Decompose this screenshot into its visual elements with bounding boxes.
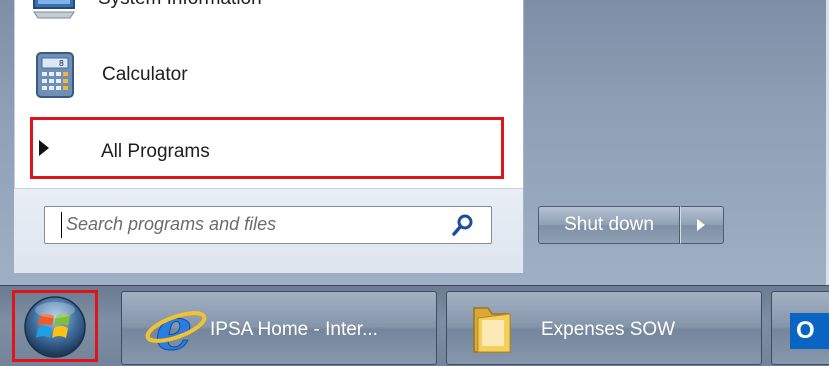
calculator-icon[interactable]: 8	[36, 52, 74, 98]
outlook-icon: O	[790, 313, 829, 349]
all-programs-button[interactable]: All Programs	[101, 141, 210, 163]
start-menu-item-system-information[interactable]: System Information	[98, 0, 262, 10]
start-menu-item-calculator[interactable]: Calculator	[102, 64, 188, 86]
triangle-right-icon	[697, 219, 705, 231]
shut-down-button[interactable]: Shut down	[538, 206, 680, 244]
windows-orb-icon[interactable]	[16, 294, 94, 360]
taskbar-label-expenses-sow: Expenses SOW	[541, 319, 676, 340]
text-caret	[61, 212, 62, 238]
system-information-icon[interactable]	[30, 0, 78, 20]
search-icon[interactable]	[452, 214, 474, 236]
triangle-right-icon	[39, 140, 49, 156]
svg-text:8: 8	[59, 59, 64, 68]
search-input[interactable]	[66, 209, 446, 239]
folder-icon	[473, 307, 511, 353]
taskbar-label-ipsa-home: IPSA Home - Inter...	[210, 319, 378, 340]
internet-explorer-icon: e	[145, 301, 207, 357]
svg-text:e: e	[156, 301, 193, 357]
